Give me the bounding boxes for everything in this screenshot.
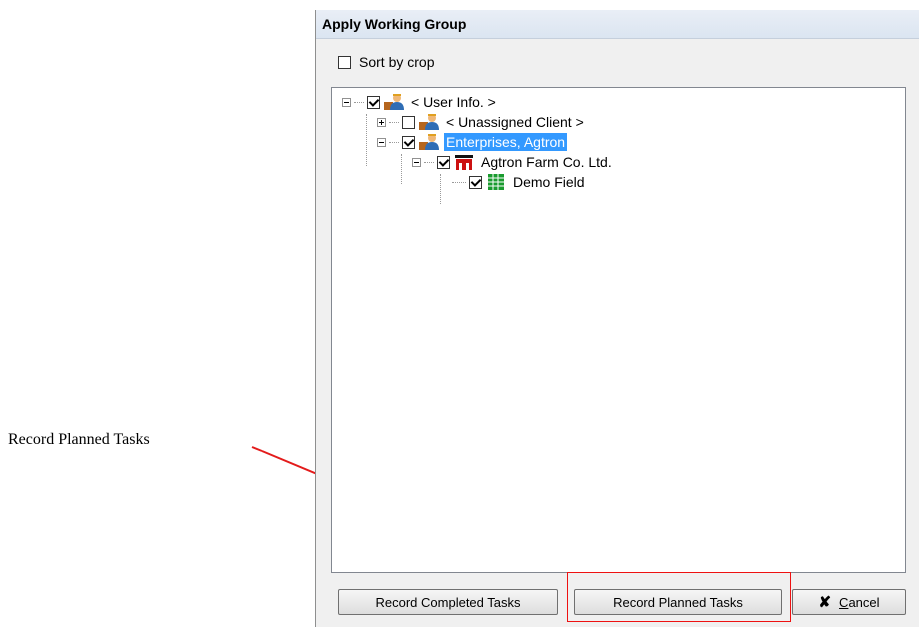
tree-node-unassigned-client[interactable]: < Unassigned Client > — [377, 112, 586, 132]
tree-connector — [401, 154, 402, 184]
user-group-icon — [384, 94, 404, 110]
tree-node-checkbox[interactable] — [367, 95, 380, 109]
collapse-icon[interactable] — [377, 137, 386, 147]
field-grid-icon — [488, 174, 504, 190]
cancel-mnemonic: C — [839, 594, 849, 610]
tree-node-agtron-farm[interactable]: Agtron Farm Co. Ltd. — [412, 152, 614, 172]
expand-icon[interactable] — [377, 117, 386, 127]
tree-node-checkbox[interactable] — [402, 115, 415, 129]
tree-connector — [366, 114, 367, 166]
collapse-icon[interactable] — [342, 97, 351, 107]
tree-node-checkbox[interactable] — [437, 155, 450, 169]
record-planned-tasks-button[interactable]: Record Planned Tasks — [574, 589, 782, 615]
tree-node-user-info[interactable]: < User Info. > — [342, 92, 498, 112]
tree-node-label: Agtron Farm Co. Ltd. — [481, 154, 612, 170]
sort-by-crop-label: Sort by crop — [359, 54, 435, 70]
cancel-x-icon: ✘ — [818, 594, 832, 611]
tree-node-label: Demo Field — [513, 174, 585, 190]
record-completed-tasks-button[interactable]: Record Completed Tasks — [338, 589, 558, 615]
tree-node-label-selected: Enterprises, Agtron — [444, 133, 568, 151]
collapse-icon[interactable] — [412, 157, 421, 167]
dialog-title: Apply Working Group — [322, 16, 467, 32]
tree-node-checkbox[interactable] — [469, 175, 482, 189]
tree-node-label: < User Info. > — [411, 94, 496, 110]
farm-barn-icon — [455, 155, 473, 170]
sort-by-crop-checkbox[interactable] — [338, 55, 351, 69]
sort-by-crop-row[interactable]: Sort by crop — [338, 54, 434, 70]
user-group-icon — [419, 134, 439, 150]
tree-node-checkbox[interactable] — [402, 135, 415, 149]
tree-node-demo-field[interactable]: Demo Field — [452, 172, 587, 192]
working-group-tree[interactable]: < User Info. > < Unassigned Client > Ent… — [331, 87, 906, 573]
tree-node-label: < Unassigned Client > — [446, 114, 584, 130]
apply-working-group-dialog: Apply Working Group Sort by crop < User … — [315, 10, 919, 627]
cancel-button[interactable]: ✘ Cancel — [792, 589, 906, 615]
dialog-titlebar: Apply Working Group — [316, 10, 919, 39]
tree-connector — [440, 174, 441, 204]
cancel-label: ancel — [848, 594, 880, 610]
annotation-label: Record Planned Tasks — [8, 431, 150, 448]
tree-node-enterprises-agtron[interactable]: Enterprises, Agtron — [377, 132, 568, 152]
user-group-icon — [419, 114, 439, 130]
